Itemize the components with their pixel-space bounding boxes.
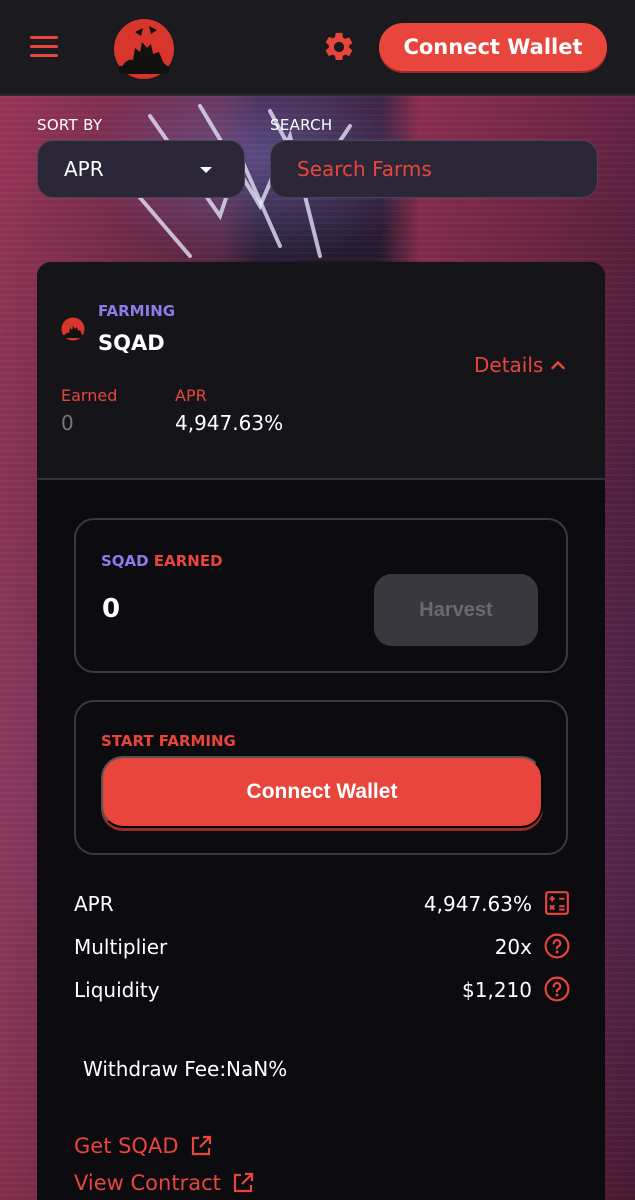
info-apr-value: 4,947.63% — [423, 892, 532, 916]
help-icon[interactable] — [544, 933, 570, 959]
connect-wallet-card-button[interactable]: Connect Wallet — [101, 756, 543, 828]
settings-gear-icon[interactable] — [322, 30, 356, 64]
info-apr-label: APR — [74, 892, 114, 916]
view-contract-link-label: View Contract — [74, 1171, 221, 1195]
withdraw-fee-text: Withdraw Fee:NaN% — [83, 1057, 288, 1081]
info-multiplier-label: Multiplier — [74, 935, 168, 959]
connect-wallet-button[interactable]: Connect Wallet — [379, 23, 607, 71]
chevron-up-icon — [551, 360, 566, 370]
search-label: SEARCH — [270, 116, 333, 134]
top-navbar: Connect Wallet — [0, 0, 635, 96]
info-liquidity-value: $1,210 — [462, 978, 532, 1002]
farm-name: SQAD — [98, 331, 165, 355]
info-multiplier-value: 20x — [494, 935, 532, 959]
sort-select-value: APR — [64, 157, 104, 181]
external-link-icon — [233, 1172, 253, 1193]
farm-card: FARMING SQAD Details Earned APR 0 4,947.… — [37, 262, 605, 1200]
earned-label: Earned — [61, 386, 118, 405]
apr-value: 4,947.63% — [175, 411, 284, 435]
get-token-link-label: Get SQAD — [74, 1134, 179, 1158]
info-row-multiplier: Multiplier 20x — [74, 933, 570, 965]
details-toggle[interactable]: Details — [474, 353, 566, 377]
calculator-icon[interactable] — [544, 890, 570, 916]
sqad-logo[interactable] — [113, 18, 175, 80]
info-row-apr: APR 4,947.63% — [74, 890, 570, 922]
earned-token-name: SQAD — [101, 552, 149, 570]
harvest-button[interactable]: Harvest — [374, 574, 538, 646]
sort-by-label: SORT BY — [37, 116, 103, 134]
start-farming-panel: START FARMING Connect Wallet — [74, 700, 568, 855]
earned-amount: 0 — [102, 594, 121, 624]
farm-status-label: FARMING — [98, 302, 176, 320]
info-row-liquidity: Liquidity $1,210 — [74, 976, 570, 1008]
earned-value: 0 — [61, 411, 74, 435]
earned-panel-label: EARNED — [153, 552, 223, 570]
get-token-link[interactable]: Get SQAD — [74, 1134, 213, 1158]
search-farms-input[interactable] — [270, 140, 598, 198]
view-contract-link[interactable]: View Contract — [74, 1171, 255, 1195]
sort-select[interactable]: APR — [37, 140, 245, 198]
details-label: Details — [474, 353, 544, 377]
caret-down-icon — [200, 167, 212, 173]
external-link-icon — [191, 1135, 211, 1156]
sqad-token-icon — [61, 317, 85, 341]
apr-label: APR — [175, 386, 207, 405]
hamburger-menu-icon[interactable] — [30, 36, 62, 62]
start-farming-label: START FARMING — [101, 732, 236, 750]
earned-panel-title: SQAD EARNED — [101, 552, 223, 570]
farm-card-header: FARMING SQAD Details Earned APR 0 4,947.… — [37, 262, 605, 480]
earned-panel: SQAD EARNED 0 Harvest — [74, 518, 568, 673]
help-icon[interactable] — [544, 976, 570, 1002]
info-liquidity-label: Liquidity — [74, 978, 160, 1002]
